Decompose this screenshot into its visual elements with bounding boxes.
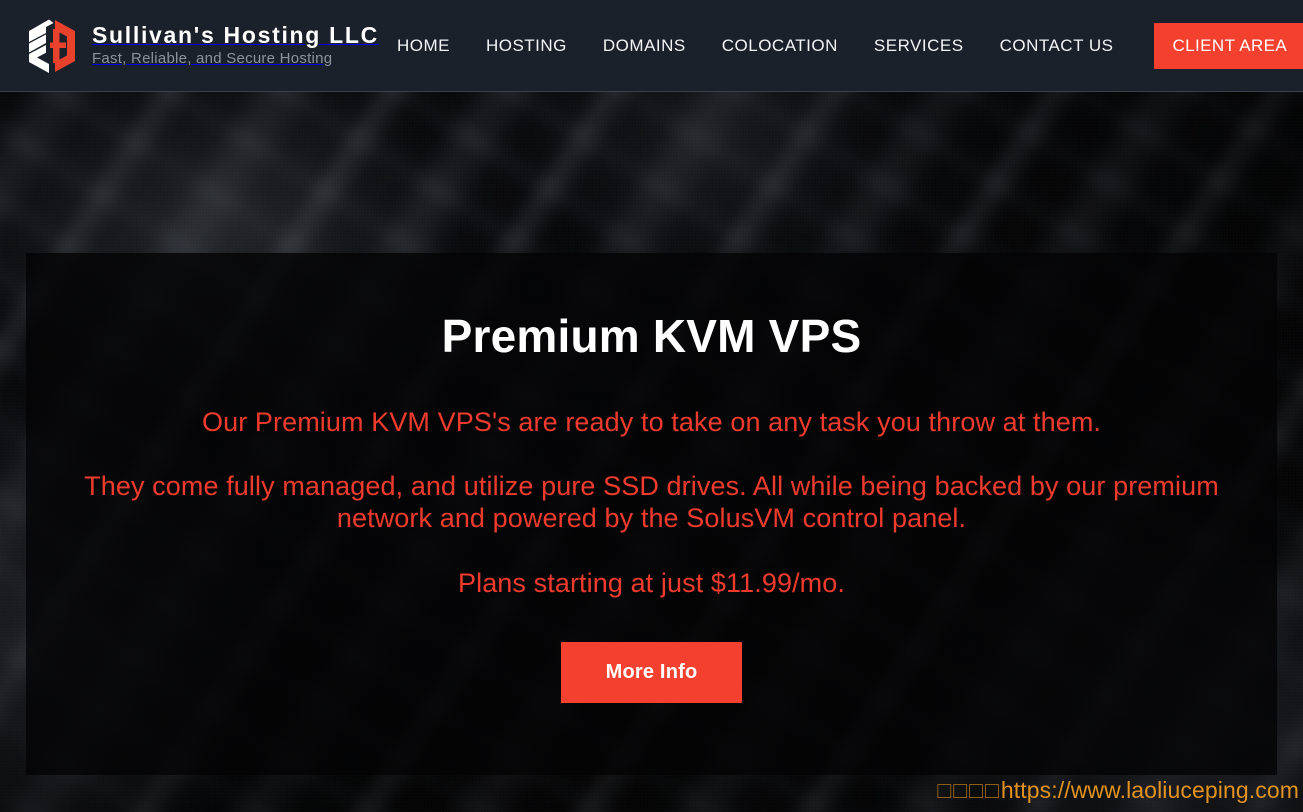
nav-item-contact-us[interactable]: CONTACT US [982,0,1132,91]
hero-description-line-1: Our Premium KVM VPS's are ready to take … [201,406,1102,437]
page-root: Sullivan's Hosting LLC Fast, Reliable, a… [0,0,1303,812]
hero-description-block: Our Premium KVM VPS's are ready to take … [26,406,1277,600]
nav-item-colocation[interactable]: COLOCATION [704,0,856,91]
nav-item-hosting[interactable]: HOSTING [468,0,585,91]
client-area-button[interactable]: CLIENT AREA [1153,22,1303,69]
site-header: Sullivan's Hosting LLC Fast, Reliable, a… [0,0,1303,92]
sh-hexagon-monogram-logo-icon [22,15,80,77]
hero-description-line-3: Plans starting at just $11.99/mo. [457,567,845,598]
brand-text-block: Sullivan's Hosting LLC Fast, Reliable, a… [92,22,379,69]
brand-name: Sullivan's Hosting LLC [92,21,379,48]
brand-logo-link[interactable]: Sullivan's Hosting LLC Fast, Reliable, a… [0,15,379,77]
nav-item-home[interactable]: HOME [379,0,468,91]
nav-item-domains[interactable]: DOMAINS [585,0,704,91]
hero-description-line-2: They come fully managed, and utilize pur… [84,470,1219,534]
nav-item-services[interactable]: SERVICES [856,0,982,91]
hero-section: Premium KVM VPS Our Premium KVM VPS's ar… [0,92,1303,812]
brand-tagline: Fast, Reliable, and Secure Hosting [92,50,333,68]
hero-content-panel: Premium KVM VPS Our Premium KVM VPS's ar… [26,253,1277,775]
hero-title: Premium KVM VPS [441,310,862,362]
more-info-button[interactable]: More Info [560,642,743,704]
main-navigation: HOME HOSTING DOMAINS COLOCATION SERVICES… [379,0,1303,91]
